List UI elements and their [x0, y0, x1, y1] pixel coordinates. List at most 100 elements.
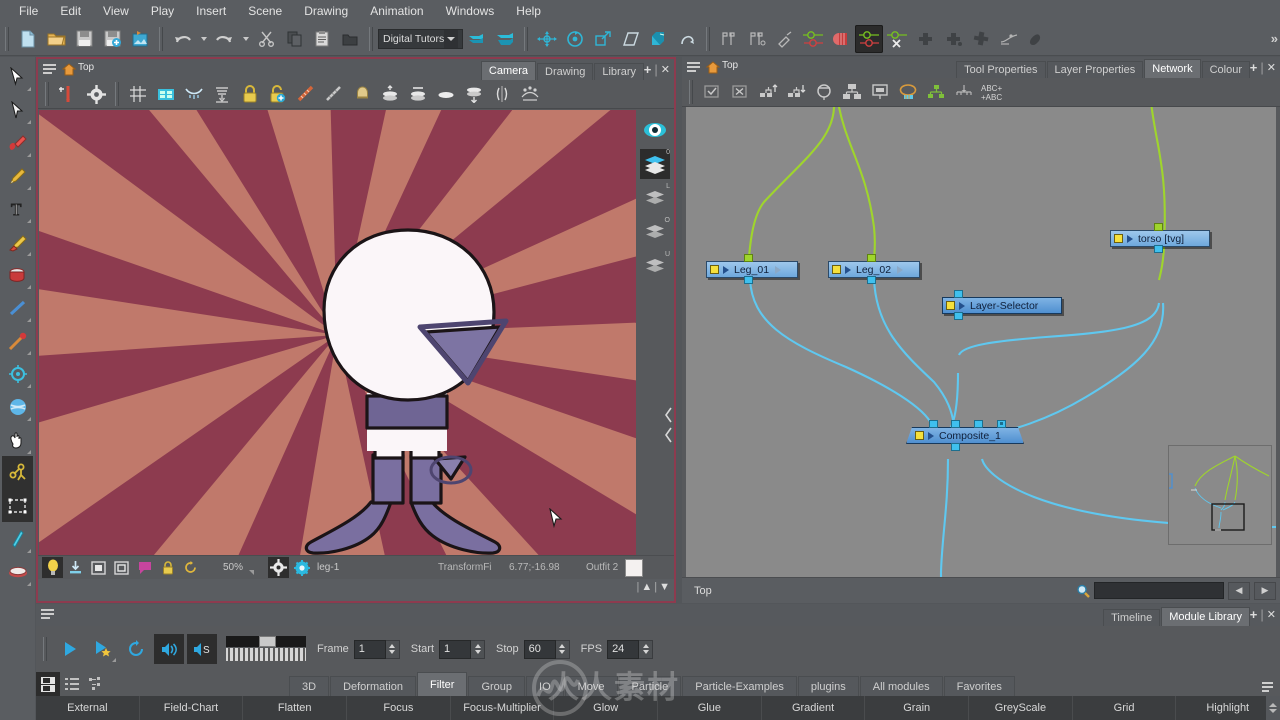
home-icon[interactable] [62, 63, 76, 76]
red-light-icon[interactable] [827, 25, 855, 53]
tree-view-icon[interactable] [84, 672, 108, 696]
module-item-glue[interactable]: Glue [658, 696, 762, 720]
undo-dropdown-icon[interactable] [196, 25, 210, 53]
frame-stepper[interactable] [385, 639, 400, 659]
node-out-port[interactable] [954, 312, 963, 320]
display-node-icon[interactable] [866, 78, 894, 106]
lock-icon[interactable] [236, 80, 264, 108]
module-item-field-chart[interactable]: Field-Chart [140, 696, 244, 720]
unlock-add-icon[interactable] [264, 80, 292, 108]
module-item-flatten[interactable]: Flatten [243, 696, 348, 720]
play-button[interactable] [55, 634, 85, 664]
save-all-icon[interactable] [98, 25, 126, 53]
grid-icon[interactable] [124, 80, 152, 108]
reset-view-icon[interactable] [180, 557, 201, 578]
brush-tool-icon[interactable] [2, 126, 33, 159]
save-as-image-icon[interactable] [126, 25, 154, 53]
node-out-arrow-icon[interactable] [897, 265, 904, 274]
ruler-a-icon[interactable] [292, 80, 320, 108]
tab-library[interactable]: Library [594, 63, 644, 80]
rename-abc-icon[interactable]: ABC+ +ABC [978, 78, 1012, 106]
node-in-port[interactable] [954, 290, 963, 298]
settings-gear-icon-status[interactable] [268, 557, 290, 578]
morph-tool-icon[interactable] [2, 390, 33, 423]
eraser-tool-icon[interactable] [2, 225, 33, 258]
disable-checkbox-icon[interactable] [726, 78, 754, 106]
frame-input[interactable]: 1 [353, 639, 386, 659]
node-expand-icon[interactable] [723, 265, 729, 274]
sound-on-button[interactable] [154, 634, 184, 664]
next-button[interactable]: ▶ [1254, 581, 1276, 600]
copy-icon[interactable] [280, 25, 308, 53]
camera-toolbar-grip-2[interactable] [115, 82, 119, 106]
layers-o-icon[interactable]: O [640, 217, 670, 247]
module-item-greyscale[interactable]: GreyScale [969, 696, 1073, 720]
module-tab-filter[interactable]: Filter [416, 672, 468, 696]
menu-item-animation[interactable]: Animation [359, 0, 434, 22]
hand-tool-icon[interactable] [2, 423, 33, 456]
stop-stepper[interactable] [555, 639, 570, 659]
menu-item-scene[interactable]: Scene [237, 0, 293, 22]
tab-camera[interactable]: Camera [480, 61, 537, 80]
undo-icon[interactable] [168, 25, 196, 53]
panel-collapse-handle[interactable] [663, 404, 674, 454]
hammer-b-icon[interactable] [743, 25, 771, 53]
extrude-icon[interactable] [645, 25, 673, 53]
select-tool-icon[interactable] [2, 60, 33, 93]
module-tabs-overflow-icon[interactable] [1262, 680, 1276, 696]
colour-swatch[interactable] [625, 558, 643, 577]
toolbar-grip[interactable] [5, 26, 9, 51]
zoom-level[interactable]: 50% [223, 562, 243, 573]
module-item-highlight[interactable]: Highlight [1176, 696, 1280, 720]
fps-input[interactable]: 24 [607, 639, 640, 659]
bounding-box-icon[interactable] [2, 489, 33, 522]
hide-node-icon[interactable] [810, 78, 838, 106]
composite-in-port-3[interactable] [974, 420, 983, 428]
lasso-select-icon[interactable] [894, 78, 922, 106]
redo-icon[interactable] [210, 25, 238, 53]
module-tab-io[interactable]: IO [526, 676, 564, 696]
flip-horizontal-icon[interactable] [488, 80, 516, 108]
cutter-pointer-icon[interactable] [2, 93, 33, 126]
node-in-port[interactable] [1154, 223, 1163, 231]
tab-colour[interactable]: Colour [1201, 61, 1250, 78]
network-minimap[interactable] [1167, 445, 1272, 545]
scroll-up-icon[interactable]: ▲ [641, 581, 652, 593]
node-colour-swatch[interactable] [710, 265, 719, 274]
transform-tool-icon[interactable] [2, 357, 33, 390]
zoom-dropdown-icon[interactable] [249, 570, 255, 575]
module-tab-all-modules[interactable]: All modules [859, 676, 943, 696]
module-tab-move[interactable]: Move [564, 676, 618, 696]
colour-wheel-icon[interactable] [291, 557, 312, 578]
stack-lower-icon[interactable] [404, 80, 432, 108]
toolbar-grip-2[interactable] [159, 26, 163, 51]
skew-icon[interactable] [617, 25, 645, 53]
node-expand-icon[interactable] [928, 431, 934, 440]
group-up-icon[interactable] [754, 78, 782, 106]
dropper-tool-icon[interactable] [2, 324, 33, 357]
node-out-arrow-icon[interactable] [775, 265, 782, 274]
line-tool-icon[interactable] [2, 291, 33, 324]
text-tool-icon[interactable]: T [2, 192, 33, 225]
settings-gear-icon[interactable] [82, 80, 110, 108]
open-folder-icon[interactable] [42, 25, 70, 53]
module-tab-particle[interactable]: Particle [618, 676, 682, 696]
layers-u-icon[interactable]: U [640, 251, 670, 281]
inverse-kinematics-icon[interactable] [2, 522, 33, 555]
network-toolbar-grip[interactable] [689, 80, 693, 104]
menu-item-edit[interactable]: Edit [49, 0, 92, 22]
show-onion-icon[interactable] [463, 25, 491, 53]
prev-button[interactable]: ◀ [1228, 581, 1250, 600]
module-list-scrollbar[interactable] [1266, 696, 1280, 720]
add-view-icon-bottom[interactable]: + [1250, 607, 1258, 622]
rotate-icon[interactable] [561, 25, 589, 53]
home-icon-network[interactable] [706, 61, 720, 74]
module-item-grid[interactable]: Grid [1073, 696, 1177, 720]
group-icon[interactable] [336, 25, 364, 53]
network-view-menu-icon[interactable] [686, 61, 702, 75]
node-composite-1[interactable]: Composite_1 [906, 427, 1024, 444]
scene-combo[interactable]: Digital Tutors [378, 28, 464, 49]
toolbar-overflow-icon[interactable]: » [1271, 31, 1278, 46]
tab-layer-properties[interactable]: Layer Properties [1046, 61, 1144, 78]
pencil-tool-icon[interactable] [2, 159, 33, 192]
